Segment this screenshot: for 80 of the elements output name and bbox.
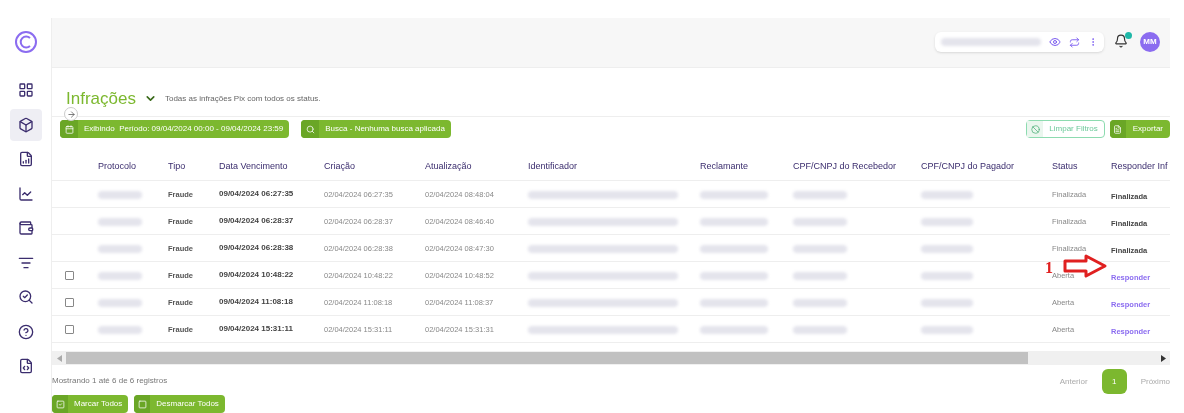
avatar[interactable]: MM [1140, 32, 1160, 53]
code-file-icon [17, 358, 34, 374]
redacted-text [921, 272, 973, 281]
table-cell: 09/04/2024 10:48:22 [219, 269, 294, 282]
wallet-icon [17, 220, 34, 236]
column-header[interactable]: Criação [324, 159, 355, 174]
table-cell: 09/04/2024 15:31:11 [219, 323, 293, 336]
redacted-text [921, 218, 973, 227]
redacted-text [98, 245, 142, 254]
column-header[interactable]: Reclamante [700, 159, 749, 174]
column-header[interactable]: CPF/CNPJ do Recebedor [793, 159, 897, 174]
clear-filters-button[interactable]: Limpar Filtros [1026, 120, 1105, 139]
table-cell: 09/04/2024 06:28:37 [219, 215, 294, 228]
row-checkbox[interactable] [65, 297, 74, 307]
redacted-text [793, 191, 847, 200]
grid-icon [17, 82, 34, 98]
cube-icon [17, 116, 34, 133]
sidebar-item-active[interactable] [9, 108, 42, 141]
page-subtitle: Todas as infrações Pix com todos os status. [164, 92, 321, 105]
redacted-text [700, 299, 768, 308]
redacted-text [793, 218, 847, 227]
column-header[interactable]: Identificador [528, 159, 578, 174]
chart-icon [17, 185, 34, 202]
redacted-text [700, 272, 768, 281]
redacted-text [793, 245, 847, 254]
logo-icon [13, 30, 38, 54]
table-cell: 09/04/2024 11:08:18 [219, 296, 293, 309]
page-button[interactable]: 1 [1101, 369, 1127, 394]
eye-icon[interactable] [1049, 36, 1061, 49]
redacted-text [98, 326, 142, 335]
search-icon [17, 289, 34, 305]
table-cell: 09/04/2024 06:28:38 [219, 242, 294, 255]
next-link[interactable]: Próximo [1140, 375, 1170, 388]
redacted-text [98, 218, 142, 227]
horizontal-scrollbar[interactable] [52, 351, 1170, 365]
redacted-text [98, 191, 142, 200]
row-checkbox[interactable] [65, 270, 74, 280]
scrollbar-thumb[interactable] [66, 352, 1028, 365]
annotation-number: 1 [1045, 258, 1053, 277]
column-header[interactable]: CPF/CNPJ do Pagador [921, 159, 1015, 174]
redacted-text [98, 272, 142, 281]
search-filter-button[interactable]: Busca - Nenhuma busca aplicada [301, 120, 451, 139]
checkbox-icon [55, 399, 65, 409]
column-header[interactable]: Atualização [425, 159, 472, 174]
table-cell: 09/04/2024 06:27:35 [219, 188, 294, 201]
row-checkbox[interactable] [65, 324, 74, 334]
redacted-text [700, 191, 768, 200]
redacted-text [921, 245, 973, 254]
column-header[interactable]: Protocolo [98, 159, 137, 174]
period-filter-button[interactable]: Exibindo Período: 09/04/2024 00:00 - 09/04/2024 23:59 [60, 120, 290, 139]
redacted-text [700, 218, 768, 227]
report-icon [17, 151, 34, 167]
collapse-button[interactable] [64, 107, 78, 122]
column-header[interactable]: Tipo [168, 159, 186, 174]
help-icon [17, 323, 34, 340]
page-title: Infrações [66, 87, 136, 110]
records-summary: Mostrando 1 até 6 de 6 registros [52, 375, 169, 387]
redacted-text [700, 245, 768, 254]
checkbox-icon [137, 399, 147, 409]
search-icon [305, 124, 315, 134]
select-all-button[interactable]: Marcar Todos [52, 395, 129, 413]
redacted-text [700, 326, 768, 335]
previous-link[interactable]: Anterior [1059, 375, 1088, 388]
column-header[interactable]: Data Vencimento [219, 159, 288, 174]
repeat-icon[interactable] [1069, 36, 1080, 48]
deselect-all-button[interactable]: Desmarcar Todos [134, 395, 225, 413]
column-header[interactable]: Responder Inf [1111, 159, 1168, 174]
export-button[interactable]: Exportar [1109, 120, 1170, 139]
redacted-text [921, 191, 973, 200]
calendar-icon [64, 124, 74, 134]
redacted-text [921, 326, 973, 335]
arrow-right-icon [66, 109, 76, 119]
redacted-text [793, 299, 847, 308]
redacted-text [793, 272, 847, 281]
redacted-text [921, 299, 973, 308]
file-icon [1113, 124, 1123, 134]
redacted-text [98, 299, 142, 308]
column-header[interactable]: Status [1052, 159, 1078, 174]
redacted-text [793, 326, 847, 335]
clear-icon [1030, 124, 1040, 134]
